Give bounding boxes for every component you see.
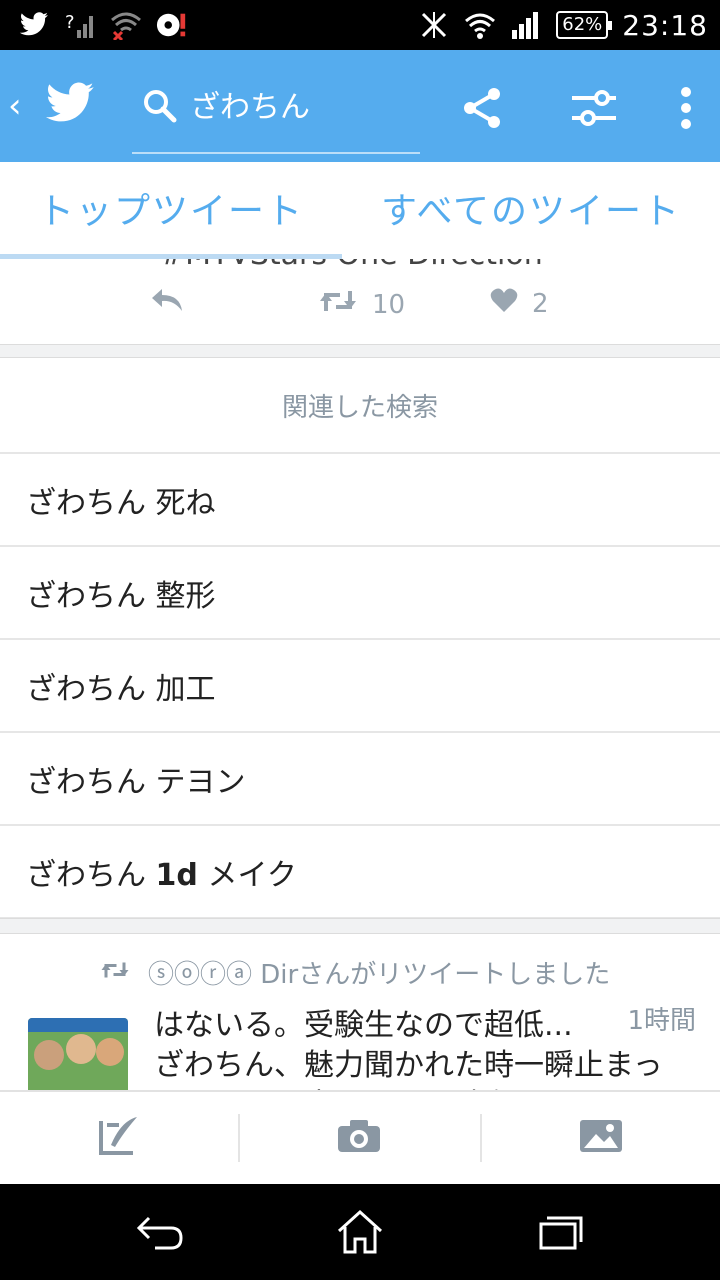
avatar-face	[66, 1034, 96, 1064]
nfc-icon	[418, 9, 450, 41]
signal-icon	[510, 9, 542, 41]
retweet-context: ⓢⓞⓡⓐ Dirさんがリツイートしました	[100, 954, 610, 991]
compose-tweet-button[interactable]	[0, 1092, 238, 1184]
related-search-item[interactable]: ざわちん 加工	[0, 640, 720, 733]
tweet-text-line-1: はないる。受験生なので超低...	[154, 1008, 573, 1043]
overflow-menu-icon[interactable]	[662, 84, 710, 132]
camera-button[interactable]	[240, 1092, 478, 1184]
status-bar: ? 62% 23:18	[0, 0, 720, 50]
tweet-timestamp: 1時間	[627, 1006, 696, 1036]
retweet-count: 10	[372, 289, 406, 320]
compose-tweet-icon	[97, 1115, 141, 1161]
partial-tweet[interactable]: #MTVStars One Direction 10 2	[0, 259, 720, 345]
avatar-band	[28, 1018, 128, 1032]
related-search-suffix: 1d メイク	[155, 857, 297, 893]
tab-bar: トップツイート すべてのツイート	[0, 162, 720, 260]
related-search-prefix: ざわちん	[26, 857, 146, 893]
avatar-face	[96, 1038, 124, 1066]
no-sim-signal-icon: ?	[64, 9, 96, 41]
retweet-small-icon	[100, 958, 130, 988]
status-time: 23:18	[622, 8, 708, 42]
battery-icon: 62%	[556, 11, 613, 39]
related-search-item[interactable]: ざわちん 1d メイク	[0, 826, 720, 919]
related-search-prefix: ざわちん	[26, 671, 146, 707]
compose-bar	[0, 1090, 720, 1184]
heart-icon	[490, 287, 518, 320]
reply-button[interactable]	[150, 287, 184, 320]
partial-tweet-text: #MTVStars One Direction	[160, 259, 543, 272]
twitter-logo-icon[interactable]	[44, 82, 96, 126]
related-searches: 関連した検索 ざわちん 死ね ざわちん 整形 ざわちん 加工 ざわちん テヨン …	[0, 358, 720, 919]
tab-all-tweets[interactable]: すべてのツイート	[342, 162, 720, 254]
battery-level: 62%	[562, 14, 603, 35]
retweet-button[interactable]: 10	[318, 287, 405, 322]
tweet-text-line-3: てちん日げ声ほ てち時有 たよっう	[154, 1080, 663, 1090]
wifi-off-icon	[110, 9, 142, 41]
tweet-card[interactable]: ⓢⓞⓡⓐ Dirさんがリツイートしました はないる。受験生なので超低... 1時…	[0, 934, 720, 1090]
search-query-text: ざわちん	[190, 90, 310, 125]
related-search-item[interactable]: ざわちん 死ね	[0, 454, 720, 547]
like-count: 2	[532, 288, 549, 319]
retweeted-by-text: ⓢⓞⓡⓐ Dirさんがリツイートしました	[148, 960, 611, 990]
related-searches-header: 関連した検索	[0, 358, 720, 454]
related-search-item[interactable]: ざわちん 整形	[0, 547, 720, 640]
wifi-icon	[464, 9, 496, 41]
tweet-text-line-2: ざわちん、魅力聞かれた時一瞬止まっ	[154, 1048, 663, 1083]
camera-icon	[336, 1118, 382, 1158]
search-input[interactable]: ざわちん	[132, 80, 420, 154]
section-divider	[0, 344, 720, 358]
like-button[interactable]: 2	[490, 287, 549, 320]
home-nav-icon[interactable]	[330, 1204, 390, 1260]
recents-nav-icon[interactable]	[530, 1204, 590, 1260]
related-search-suffix: 整形	[155, 578, 216, 614]
retweet-icon	[318, 287, 358, 322]
reply-icon	[150, 287, 184, 320]
svg-text:?: ?	[65, 12, 75, 33]
related-search-suffix: 加工	[155, 671, 216, 707]
related-search-prefix: ざわちん	[26, 578, 146, 614]
share-icon[interactable]	[458, 84, 506, 132]
gallery-button[interactable]	[482, 1092, 720, 1184]
related-search-item[interactable]: ざわちん テヨン	[0, 733, 720, 826]
record-alert-icon	[156, 9, 188, 41]
related-search-suffix: テヨン	[155, 764, 246, 800]
navigation-bar	[0, 1184, 720, 1280]
gallery-icon	[578, 1118, 624, 1158]
tab-top-tweets[interactable]: トップツイート	[0, 162, 342, 254]
search-icon	[142, 88, 178, 124]
back-nav-icon[interactable]	[130, 1204, 190, 1260]
avatar[interactable]	[28, 1018, 128, 1090]
filter-icon[interactable]	[570, 84, 618, 132]
back-icon[interactable]: ‹	[8, 86, 32, 126]
related-search-suffix: 死ね	[155, 485, 216, 521]
avatar-face	[34, 1040, 64, 1070]
related-search-prefix: ざわちん	[26, 485, 146, 521]
related-search-prefix: ざわちん	[26, 764, 146, 800]
search-toolbar: ‹ ざわちん	[0, 50, 720, 162]
twitter-bird-icon	[18, 9, 50, 41]
section-divider	[0, 918, 720, 934]
